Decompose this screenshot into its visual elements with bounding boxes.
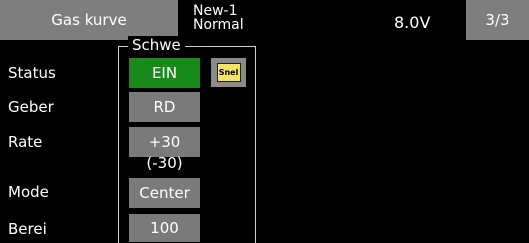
status-label: Status — [8, 64, 56, 82]
rate-negative-value: (-30) — [146, 154, 183, 172]
range-value-button[interactable]: 100 — [129, 214, 200, 242]
mode-select-button[interactable]: Center — [129, 178, 200, 208]
source-label: Geber — [8, 98, 54, 116]
switch-group-title: Schwe — [128, 36, 185, 54]
mode-label: Mode — [8, 183, 49, 201]
fine-icon: Snel — [216, 63, 241, 82]
condition-name: Normal — [193, 17, 244, 33]
rate-label: Rate — [8, 133, 43, 151]
rate-value-button[interactable]: +30 — [129, 127, 200, 157]
source-select-button[interactable]: RD — [129, 92, 200, 122]
status-toggle-button[interactable]: EIN — [129, 58, 200, 88]
range-label: Berei — [8, 220, 47, 238]
page-indicator-button[interactable]: 3/3 — [466, 0, 529, 40]
battery-voltage: 8.0V — [394, 13, 431, 32]
model-name: New-1 — [193, 3, 238, 19]
screen-title: Gas kurve — [51, 11, 127, 29]
page-indicator: 3/3 — [485, 11, 510, 29]
fine-adjust-button[interactable]: Snel — [211, 58, 246, 87]
fine-icon-label: Snel — [218, 67, 239, 77]
screen-title-tab[interactable]: Gas kurve — [0, 0, 178, 40]
